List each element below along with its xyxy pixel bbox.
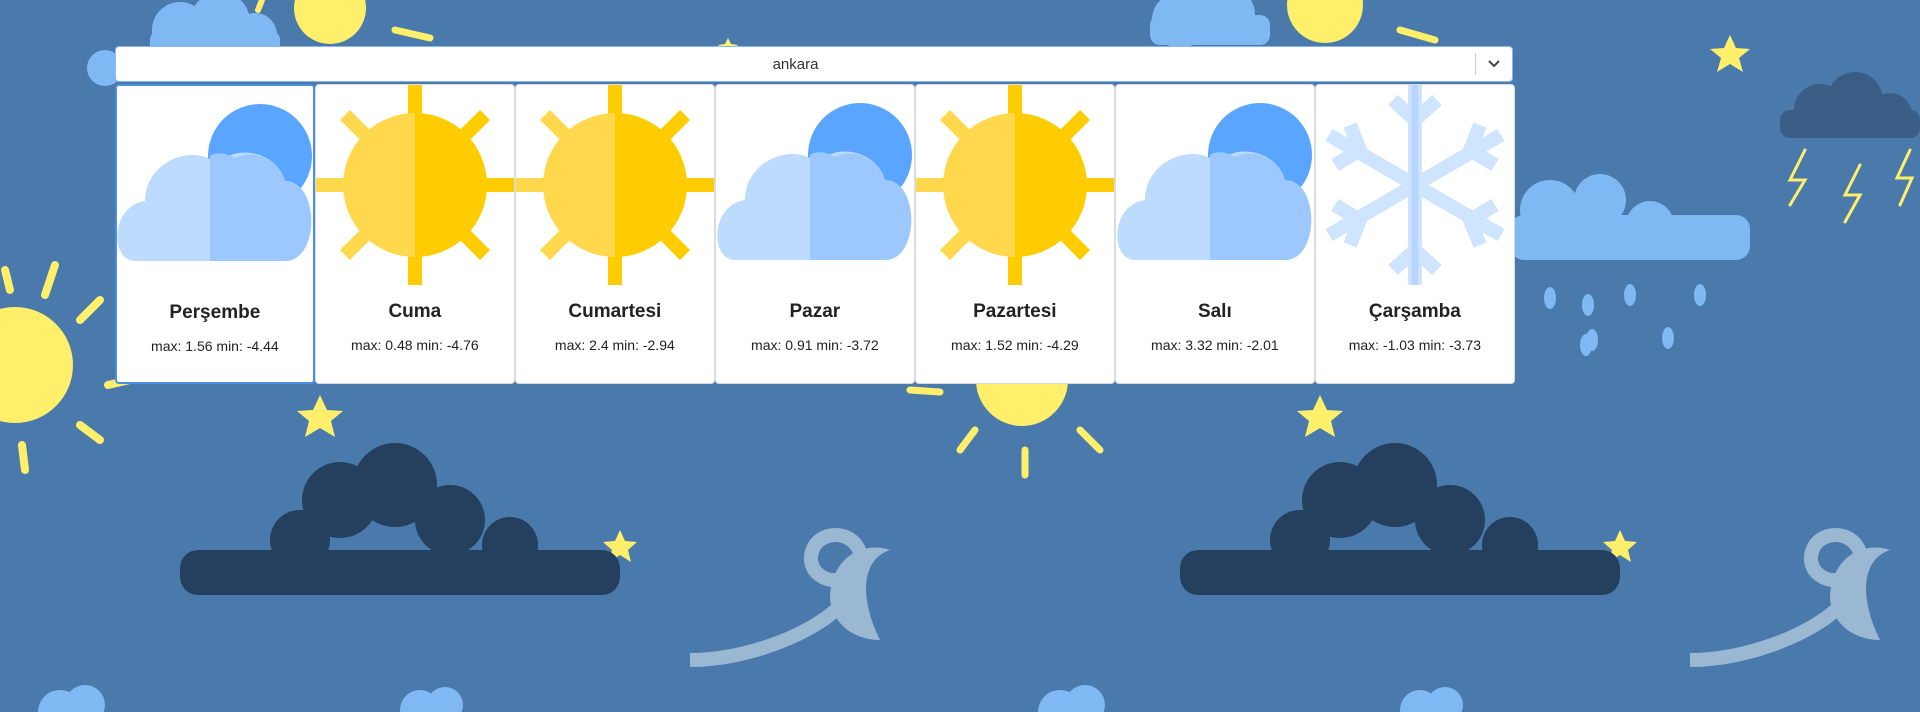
sun-icon [515,85,714,285]
day-name: Cuma [388,301,442,322]
day-name: Pazartesi [973,301,1057,322]
day-name: Perşembe [169,302,261,323]
day-name: Cumartesi [568,301,662,322]
min-label: min: [1216,337,1243,353]
city-select-value: ankara [772,55,819,73]
temperature-range: max: -1.03 min: -3.73 [1349,337,1481,353]
background-night-cloud-icon [180,443,620,595]
max-value: -1.03 [1382,337,1415,353]
background-sun-icon [294,0,366,44]
temperature-range: max: 3.32 min: -2.01 [1151,337,1279,353]
min-label: min: [816,337,843,353]
temperature-range: max: 0.91 min: -3.72 [751,337,879,353]
sun-icon [915,85,1114,285]
forecast-card[interactable]: Perşembe max: 1.56 min: -4.44 [115,84,315,384]
forecast-card[interactable]: Salı max: 3.32 min: -2.01 [1115,84,1315,384]
cloud-sun-icon [716,85,914,285]
min-value: -4.76 [446,337,479,353]
temperature-range: max: 1.52 min: -4.29 [951,337,1079,353]
cloud-sun-icon [117,86,313,286]
max-value: 2.4 [589,337,609,353]
day-name: Çarşamba [1368,301,1461,322]
forecast-card[interactable]: Çarşamba max: -1.03 min: -3.73 [1315,84,1515,384]
min-label: min: [1016,337,1043,353]
background-storm-cloud-icon [1780,72,1920,138]
day-name: Salı [1197,301,1232,322]
min-value: -4.44 [246,338,279,354]
max-value: 3.32 [1185,337,1213,353]
min-value: -4.29 [1046,337,1079,353]
temperature-range: max: 0.48 min: -4.76 [351,337,479,353]
min-label: min: [1418,337,1446,353]
max-label: max: [151,338,182,354]
max-value: 1.52 [985,337,1013,353]
background-cloud-icon-2 [1150,0,1270,48]
max-value: 0.91 [785,337,813,353]
snowflake-icon [1316,85,1514,285]
forecast-card[interactable]: Cuma max: 0.48 min: -4.76 [315,84,515,384]
min-value: -2.94 [642,337,675,353]
min-value: -3.73 [1449,337,1481,353]
forecast-card[interactable]: Pazar max: 0.91 min: -3.72 [715,84,915,384]
forecast-cards: Perşembe max: 1.56 min: -4.44 Cuma max: 0.… [115,84,1515,384]
max-label: max: [554,337,586,353]
max-label: max: [1151,337,1182,353]
max-label: max: [351,337,382,353]
background-rain-cloud-icon [1510,174,1750,260]
max-label: max: [751,337,782,353]
forecast-card[interactable]: Pazartesi max: 1.52 min: -4.29 [915,84,1115,384]
forecast-card[interactable]: Cumartesi max: 2.4 min: -2.94 [515,84,715,384]
chevron-down-icon[interactable] [1476,46,1512,82]
sun-icon [315,85,514,285]
min-value: -2.01 [1246,337,1279,353]
cloud-sun-icon [1116,85,1314,285]
min-label: min: [216,338,243,354]
day-name: Pazar [789,301,841,322]
background-sun-icon-2 [0,307,73,423]
max-label: max: [1348,337,1380,353]
max-value: 0.48 [385,337,413,353]
city-select[interactable]: ankara [115,46,1513,82]
min-label: min: [612,337,639,353]
max-value: 1.56 [185,338,213,354]
temperature-range: max: 2.4 min: -2.94 [555,337,675,353]
min-value: -3.72 [846,337,879,353]
max-label: max: [951,337,982,353]
min-label: min: [416,337,443,353]
temperature-range: max: 1.56 min: -4.44 [151,338,279,354]
